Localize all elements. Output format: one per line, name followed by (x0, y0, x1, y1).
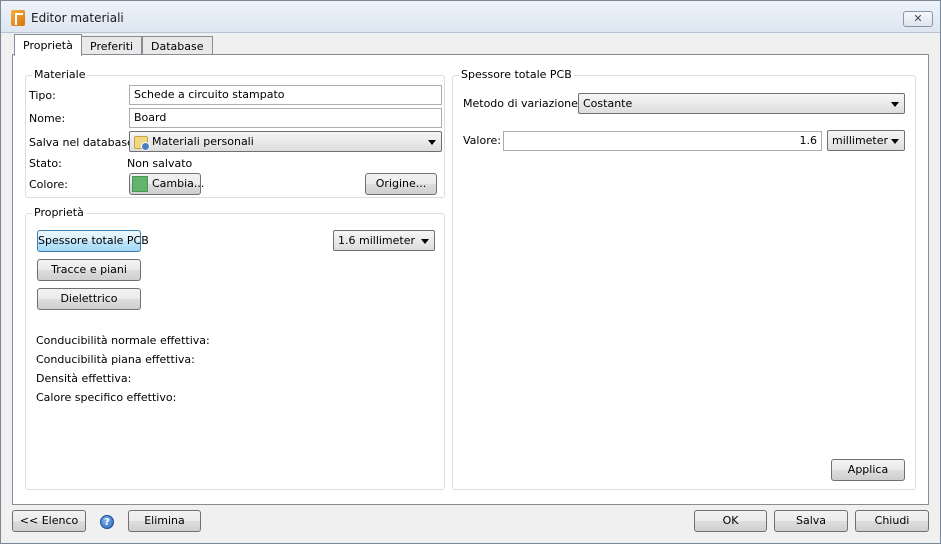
unit-value: millimeter (832, 134, 889, 147)
unit-select[interactable]: millimeter (827, 130, 905, 151)
cambia-label: Cambia... (152, 177, 205, 190)
dielettrico-button[interactable]: Dielettrico (37, 288, 141, 310)
materiale-group-title: Materiale (32, 68, 88, 81)
stato-label: Stato: (29, 157, 62, 170)
chevron-down-icon (891, 102, 899, 107)
help-icon[interactable]: ? (100, 515, 114, 529)
salva-database-label: Salva nel database: (29, 136, 138, 149)
salva-button[interactable]: Salva (774, 510, 848, 532)
chevron-down-icon (891, 139, 899, 144)
origine-button[interactable]: Origine... (365, 173, 437, 195)
ok-button[interactable]: OK (694, 510, 767, 532)
cambia-color-button[interactable]: Cambia... (129, 173, 205, 195)
nome-label: Nome: (29, 112, 66, 125)
color-swatch (132, 176, 148, 192)
spessore-totale-button[interactable]: Spessore totale PCB (37, 230, 149, 252)
spessore-value: 1.6 millimeter (338, 234, 416, 247)
tab-proprieta[interactable]: Proprietà (14, 34, 82, 56)
conducibilita-piana-label: Conducibilità piana effettiva: (36, 353, 195, 366)
window-title: Editor materiali (31, 11, 124, 25)
spessore-panel-title: Spessore totale PCB (459, 68, 574, 81)
chiudi-button[interactable]: Chiudi (855, 510, 929, 532)
tipo-label: Tipo: (29, 89, 56, 102)
chevron-down-icon (428, 140, 436, 145)
valore-label: Valore: (463, 134, 501, 147)
metodo-value: Costante (583, 97, 633, 110)
folder-database-icon (134, 135, 150, 151)
spessore-value-select[interactable]: 1.6 millimeter (333, 230, 435, 251)
colore-label: Colore: (29, 178, 68, 191)
proprieta-group-title: Proprietà (32, 206, 86, 219)
valore-input[interactable]: 1.6 (503, 131, 822, 151)
chevron-down-icon (421, 239, 429, 244)
stato-value: Non salvato (127, 157, 193, 170)
metodo-select[interactable]: Costante (578, 93, 905, 114)
materiale-group: Materiale Tipo: Schede a circuito stampa… (25, 68, 445, 198)
densita-label: Densità effettiva: (36, 372, 132, 385)
tab-content-panel: Materiale Tipo: Schede a circuito stampa… (12, 54, 929, 505)
close-window-button[interactable]: ✕ (903, 11, 933, 27)
applica-button[interactable]: Applica (831, 459, 905, 481)
app-logo-icon (11, 10, 25, 26)
nome-field[interactable]: Board (129, 108, 442, 128)
materials-editor-window: Editor materiali ✕ Proprietà Preferiti D… (0, 0, 941, 544)
tab-preferiti[interactable]: Preferiti (81, 36, 143, 56)
metodo-label: Metodo di variazione: (463, 97, 582, 110)
spessore-panel: Spessore totale PCB Metodo di variazione… (452, 68, 916, 490)
tipo-field[interactable]: Schede a circuito stampato (129, 85, 442, 105)
elimina-button[interactable]: Elimina (128, 510, 201, 532)
database-select-value: Materiali personali (152, 135, 254, 148)
proprieta-group: Proprietà Spessore totale PCB Tracce e p… (25, 206, 445, 490)
calore-specifico-label: Calore specifico effettivo: (36, 391, 177, 404)
title-bar: Editor materiali ✕ (1, 1, 940, 33)
conducibilita-normale-label: Conducibilità normale effettiva: (36, 334, 210, 347)
tab-database[interactable]: Database (142, 36, 213, 56)
tracce-piani-button[interactable]: Tracce e piani (37, 259, 141, 281)
database-select[interactable]: Materiali personali (129, 131, 442, 152)
elenco-button[interactable]: << Elenco (12, 510, 86, 532)
